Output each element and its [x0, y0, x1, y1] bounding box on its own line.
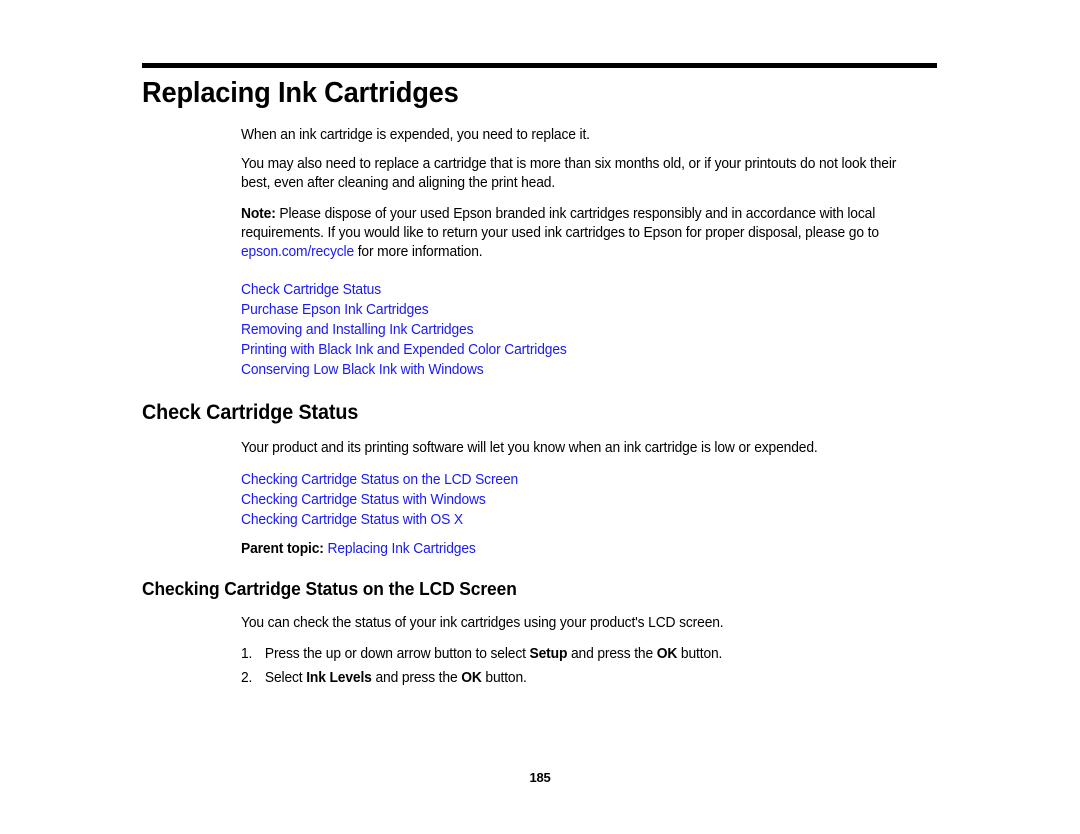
page-title: Replacing Ink Cartridges: [142, 77, 459, 109]
link-conserving-low-black-ink-with-windows[interactable]: Conserving Low Black Ink with Windows: [241, 362, 484, 378]
section-heading-check-cartridge-status: Check Cartridge Status: [142, 401, 359, 424]
epson-recycle-link[interactable]: epson.com/recycle: [241, 244, 354, 260]
parent-topic-label: Parent topic:: [241, 541, 324, 557]
note-label: Note:: [241, 206, 276, 222]
topic-link-purchase-epson-ink-cartridges: Purchase Epson Ink Cartridges: [241, 300, 906, 320]
subsection-intro-paragraph: You can check the status of your ink car…: [241, 615, 724, 631]
section-link-windows: Checking Cartridge Status with Windows: [241, 490, 906, 510]
section-link-os-x: Checking Cartridge Status with OS X: [241, 510, 906, 530]
step-number-2: 2.: [241, 670, 253, 686]
link-removing-and-installing-ink-cartridges[interactable]: Removing and Installing Ink Cartridges: [241, 322, 474, 338]
subsection-heading-checking-cartridge-status-on-lcd-screen: Checking Cartridge Status on the LCD Scr…: [142, 578, 517, 599]
subsection-block: You can check the status of your ink car…: [241, 614, 937, 688]
intro-block: When an ink cartridge is expended, you n…: [241, 126, 937, 380]
section-link-list: Checking Cartridge Status on the LCD Scr…: [241, 470, 937, 530]
page-number: 185: [529, 770, 551, 785]
note-text-before-link: Please dispose of your used Epson brande…: [241, 206, 879, 241]
topic-link-conserving-low-black-ink-with-windows: Conserving Low Black Ink with Windows: [241, 360, 906, 380]
title-divider-rule: [142, 63, 937, 68]
parent-topic-line: Parent topic: Replacing Ink Cartridges: [241, 540, 906, 559]
page-content: Replacing Ink Cartridges When an ink car…: [142, 76, 937, 693]
step-2-bold-ink-levels: Ink Levels: [306, 670, 372, 686]
link-checking-cartridge-status-with-os-x[interactable]: Checking Cartridge Status with OS X: [241, 512, 463, 528]
step-2-text-part3: button.: [481, 670, 527, 686]
step-item-2: 2. Select Ink Levels and press the OK but…: [241, 669, 906, 688]
link-purchase-epson-ink-cartridges[interactable]: Purchase Epson Ink Cartridges: [241, 302, 429, 318]
topic-link-check-cartridge-status: Check Cartridge Status: [241, 280, 906, 300]
step-2-text-part1: Select: [264, 670, 307, 686]
topic-link-list: Check Cartridge Status Purchase Epson In…: [241, 280, 937, 380]
step-2-text-part2: and press the: [371, 670, 462, 686]
step-1-text-part1: Press the up or down arrow button to sel…: [264, 646, 530, 662]
steps-list: 1. Press the up or down arrow button to s…: [241, 645, 937, 688]
document-page: Replacing Ink Cartridges When an ink car…: [0, 0, 1080, 834]
step-1-text-part2: and press the: [567, 646, 657, 662]
link-printing-with-black-ink-and-expended-color-cartridges[interactable]: Printing with Black Ink and Expended Col…: [241, 342, 567, 358]
step-1-bold-setup: Setup: [529, 646, 568, 662]
step-2-bold-ok: OK: [461, 670, 482, 686]
intro-paragraph-2: You may also need to replace a cartridge…: [241, 156, 897, 191]
topic-link-printing-with-black-ink: Printing with Black Ink and Expended Col…: [241, 340, 906, 360]
topic-link-removing-and-installing-ink-cartridges: Removing and Installing Ink Cartridges: [241, 320, 906, 340]
intro-paragraph-1: When an ink cartridge is expended, you n…: [241, 127, 590, 143]
step-1-text-part3: button.: [677, 646, 723, 662]
step-item-1: 1. Press the up or down arrow button to s…: [241, 645, 906, 664]
link-parent-topic-replacing-ink-cartridges[interactable]: Replacing Ink Cartridges: [327, 541, 475, 557]
note-text-after-link: for more information.: [354, 244, 483, 260]
section-link-lcd-screen: Checking Cartridge Status on the LCD Scr…: [241, 470, 906, 490]
link-check-cartridge-status[interactable]: Check Cartridge Status: [241, 282, 381, 298]
note-paragraph: Note: Please dispose of your used Epson …: [241, 205, 906, 262]
link-checking-cartridge-status-on-the-lcd-screen[interactable]: Checking Cartridge Status on the LCD Scr…: [241, 472, 518, 488]
step-number-1: 1.: [241, 646, 253, 662]
section-intro-paragraph: Your product and its printing software w…: [241, 440, 818, 456]
link-checking-cartridge-status-with-windows[interactable]: Checking Cartridge Status with Windows: [241, 492, 486, 508]
step-1-bold-ok: OK: [656, 646, 678, 662]
section-block: Your product and its printing software w…: [241, 439, 937, 559]
